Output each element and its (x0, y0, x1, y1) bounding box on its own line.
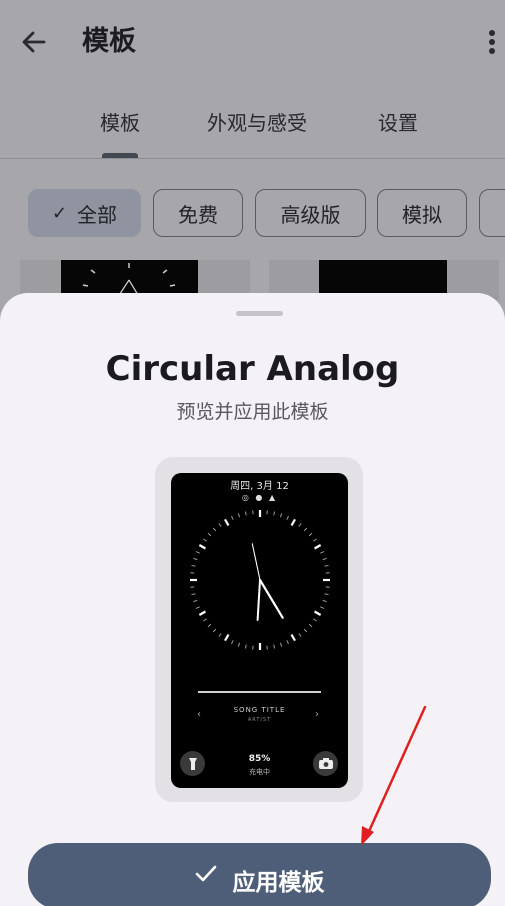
tab-settings[interactable]: 设置 (378, 108, 418, 138)
tab-templates[interactable]: 模板 (100, 108, 140, 138)
clock-hour-tick (314, 610, 322, 616)
clock-minute-tick (193, 599, 198, 603)
clock-minute-hand (251, 543, 261, 581)
clock-minute-tick (313, 538, 317, 542)
filter-chip-label: 免费 (178, 202, 218, 227)
clock-minute-tick (244, 644, 247, 649)
clock-minute-tick (207, 532, 212, 537)
bottom-sheet: Circular Analog 预览并应用此模板 周四, 3月 12 ◎ ● ▲… (0, 293, 505, 906)
clock-tail-hand (256, 579, 261, 621)
clock-minute-tick (231, 515, 234, 520)
sheet-subtitle: 预览并应用此模板 (176, 401, 329, 423)
clock-minute-tick (286, 515, 289, 520)
clock-minute-tick (273, 644, 276, 649)
clock-minute-tick (193, 557, 198, 561)
clock-hour-tick (290, 518, 296, 526)
filter-chip-premium[interactable]: 高级版 (255, 189, 366, 237)
apply-template-button[interactable]: 应用模板 (28, 843, 491, 906)
top-app-bar: 模板 (0, 0, 505, 84)
clock-minute-tick (303, 628, 308, 633)
filter-chip-analog[interactable]: 模拟 (377, 189, 467, 237)
more-options-button[interactable] (480, 24, 504, 60)
clock-minute-tick (244, 511, 247, 516)
alarm-icon: ● (255, 493, 265, 502)
clock-minute-tick (303, 527, 308, 532)
check-icon: ✓ (51, 202, 68, 224)
clock-minute-tick (203, 538, 207, 542)
filter-chip-label: 全部 (77, 202, 118, 227)
page-title: 模板 (82, 26, 136, 57)
clock-hour-hand (258, 578, 284, 619)
check-icon (195, 865, 216, 882)
lockscreen-preview: 周四, 3月 12 ◎ ● ▲ ‹ SONG TITLE ARTIST › 85… (155, 457, 363, 802)
clock-minute-tick (237, 513, 241, 518)
clock-hour-tick (198, 544, 206, 550)
preview-screen: 周四, 3月 12 ◎ ● ▲ ‹ SONG TITLE ARTIST › 85… (171, 473, 348, 788)
back-button[interactable] (16, 24, 52, 60)
filter-chip-more[interactable] (479, 189, 505, 237)
clock-minute-tick (212, 527, 217, 532)
clock-minute-tick (308, 623, 313, 628)
clock-minute-tick (218, 633, 222, 637)
preview-status-icons: ◎ ● ▲ (171, 493, 348, 502)
clock-minute-tick (195, 606, 200, 609)
clock-minute-tick (191, 564, 196, 567)
clock-minute-tick (320, 551, 325, 554)
tab-look-and-feel[interactable]: 外观与感受 (207, 108, 307, 138)
clock-minute-tick (279, 513, 283, 518)
clock-minute-tick (231, 640, 234, 645)
bell-icon: ▲ (268, 493, 278, 502)
preview-date: 周四, 3月 12 (230, 481, 289, 492)
media-progress-bar (198, 691, 321, 693)
clock-hour-tick (290, 634, 296, 642)
clock-minute-tick (237, 642, 241, 647)
clock-minute-tick (320, 606, 325, 609)
clock-minute-tick (191, 593, 196, 596)
tabs-divider (0, 158, 505, 159)
clock-minute-tick (279, 642, 283, 647)
clock-minute-tick (322, 599, 327, 603)
clock-minute-tick (203, 618, 207, 622)
filter-chip-free[interactable]: 免费 (153, 189, 243, 237)
media-next-icon: › (315, 709, 319, 720)
clock-minute-tick (195, 551, 200, 554)
drag-handle[interactable] (236, 311, 283, 316)
filter-chip-label: 模拟 (402, 202, 442, 227)
clock-minute-tick (313, 618, 317, 622)
template-name: Circular Analog (105, 349, 400, 389)
clock-minute-tick (218, 523, 222, 527)
clock-minute-tick (212, 628, 217, 633)
clock-minute-tick (273, 511, 276, 516)
clock-minute-tick (324, 593, 329, 596)
filter-chip-label: 高级版 (280, 202, 341, 227)
clock-hour-tick (224, 518, 230, 526)
clock-hour-tick (314, 544, 322, 550)
clock-minute-tick (308, 532, 313, 537)
camera-icon (313, 751, 338, 776)
clock-minute-tick (324, 564, 329, 567)
tab-row: 模板 外观与感受 设置 (0, 100, 505, 160)
arrow-back-icon (22, 31, 46, 53)
clock-minute-tick (322, 557, 327, 561)
clock-minute-tick (207, 623, 212, 628)
more-vert-icon (489, 30, 495, 54)
whatsapp-icon: ◎ (241, 493, 251, 502)
song-title: SONG TITLE (233, 706, 286, 714)
analog-clock (190, 510, 330, 650)
clock-hour-tick (198, 610, 206, 616)
clock-minute-tick (298, 523, 302, 527)
apply-button-label: 应用模板 (232, 870, 325, 896)
filter-chip-all[interactable]: ✓ 全部 (28, 189, 141, 237)
clock-minute-tick (298, 633, 302, 637)
artist-name: ARTIST (247, 717, 272, 723)
clock-hour-tick (224, 634, 230, 642)
clock-minute-tick (286, 640, 289, 645)
